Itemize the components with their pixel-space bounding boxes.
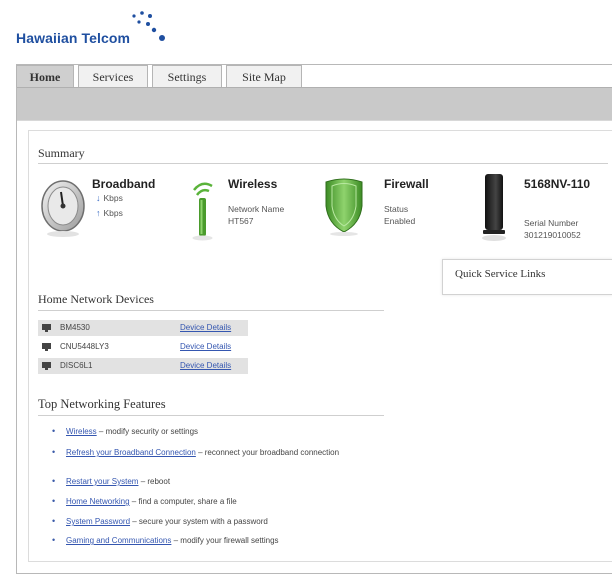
- tab-settings[interactable]: Settings: [152, 65, 222, 87]
- broadband-down-unit: Kbps: [103, 193, 123, 203]
- home-network-devices-title: Home Network Devices: [38, 292, 154, 306]
- feature-link-refresh-broadband[interactable]: Refresh your Broadband Connection: [66, 448, 196, 457]
- sub-nav-bar: [17, 87, 612, 121]
- device-row: CNU5448LY3 Device Details: [38, 339, 248, 355]
- device-details-link[interactable]: Device Details: [180, 358, 231, 374]
- wireless-title: Wireless: [228, 177, 278, 191]
- firewall-status-value: Enabled: [384, 216, 416, 226]
- feature-description: – reboot: [138, 477, 171, 486]
- broadband-up-unit: Kbps: [103, 208, 123, 218]
- quick-service-links-panel[interactable]: Quick Service Links: [442, 259, 612, 295]
- feature-link-system-password[interactable]: System Password: [66, 517, 130, 526]
- arrow-up-icon: ↑: [96, 208, 101, 218]
- bullet-icon: •: [52, 447, 56, 457]
- device-name: DISC6L1: [60, 361, 93, 370]
- tab-home[interactable]: Home: [16, 65, 74, 87]
- gateway-model-title: 5168NV-110: [524, 177, 591, 191]
- feature-description: – modify security or settings: [96, 427, 199, 436]
- gateway-serial-label: Serial Number: [524, 218, 579, 228]
- devices-divider: [38, 310, 384, 311]
- computer-icon: [42, 343, 51, 351]
- firewall-status-label: Status: [384, 204, 409, 214]
- top-networking-features-title: Top Networking Features: [38, 397, 166, 411]
- arrow-down-icon: ↓: [96, 193, 101, 203]
- broadband-down-rate: ↓ Kbps: [96, 193, 123, 203]
- logo-dots-icon: [132, 11, 165, 41]
- device-name: CNU5448LY3: [60, 342, 109, 351]
- features-divider: [38, 415, 384, 416]
- tab-bar: Home Services Settings Site Map: [16, 64, 612, 88]
- device-row: BM4530 Device Details: [38, 320, 248, 336]
- feature-description: – modify your firewall settings: [171, 536, 279, 545]
- feature-description: – secure your system with a password: [130, 517, 268, 526]
- shield-icon: [325, 178, 363, 236]
- device-row: DISC6L1 Device Details: [38, 358, 248, 374]
- feature-link-home-networking[interactable]: Home Networking: [66, 497, 130, 506]
- wifi-antenna-icon: [192, 182, 213, 241]
- device-details-link[interactable]: Device Details: [180, 339, 231, 355]
- quick-service-links-title: Quick Service Links: [455, 268, 546, 280]
- gauge-icon: [41, 180, 85, 237]
- computer-icon: [42, 362, 51, 370]
- logo-text: Hawaiian Telcom: [16, 30, 131, 46]
- feature-link-gaming-communications[interactable]: Gaming and Communications: [66, 536, 171, 545]
- gateway-device-icon: [482, 174, 506, 241]
- bullet-icon: •: [52, 426, 56, 436]
- broadband-up-rate: ↑ Kbps: [96, 208, 123, 218]
- tab-services[interactable]: Services: [78, 65, 148, 87]
- device-details-link[interactable]: Device Details: [180, 320, 231, 336]
- feature-description: – find a computer, share a file: [129, 497, 237, 506]
- feature-link-wireless[interactable]: Wireless: [66, 427, 97, 436]
- broadband-title: Broadband: [92, 177, 156, 191]
- wireless-network-name-value: HT567: [228, 216, 254, 226]
- computer-icon: [42, 324, 51, 332]
- bullet-icon: •: [52, 476, 56, 486]
- feature-link-restart-system[interactable]: Restart your System: [66, 477, 138, 486]
- summary-divider: [38, 163, 608, 164]
- hawaiian-telcom-logo: Hawaiian Telcom: [16, 10, 186, 50]
- firewall-title: Firewall: [384, 177, 429, 191]
- device-name: BM4530: [60, 323, 90, 332]
- bullet-icon: •: [52, 535, 56, 545]
- bullet-icon: •: [52, 516, 56, 526]
- tab-site-map[interactable]: Site Map: [226, 65, 302, 87]
- summary-title: Summary: [38, 146, 85, 160]
- bullet-icon: •: [52, 496, 56, 506]
- feature-description: – reconnect your broadband connection: [195, 448, 340, 457]
- gateway-serial-value: 301219010052: [524, 230, 581, 240]
- wireless-network-name-label: Network Name: [228, 204, 285, 214]
